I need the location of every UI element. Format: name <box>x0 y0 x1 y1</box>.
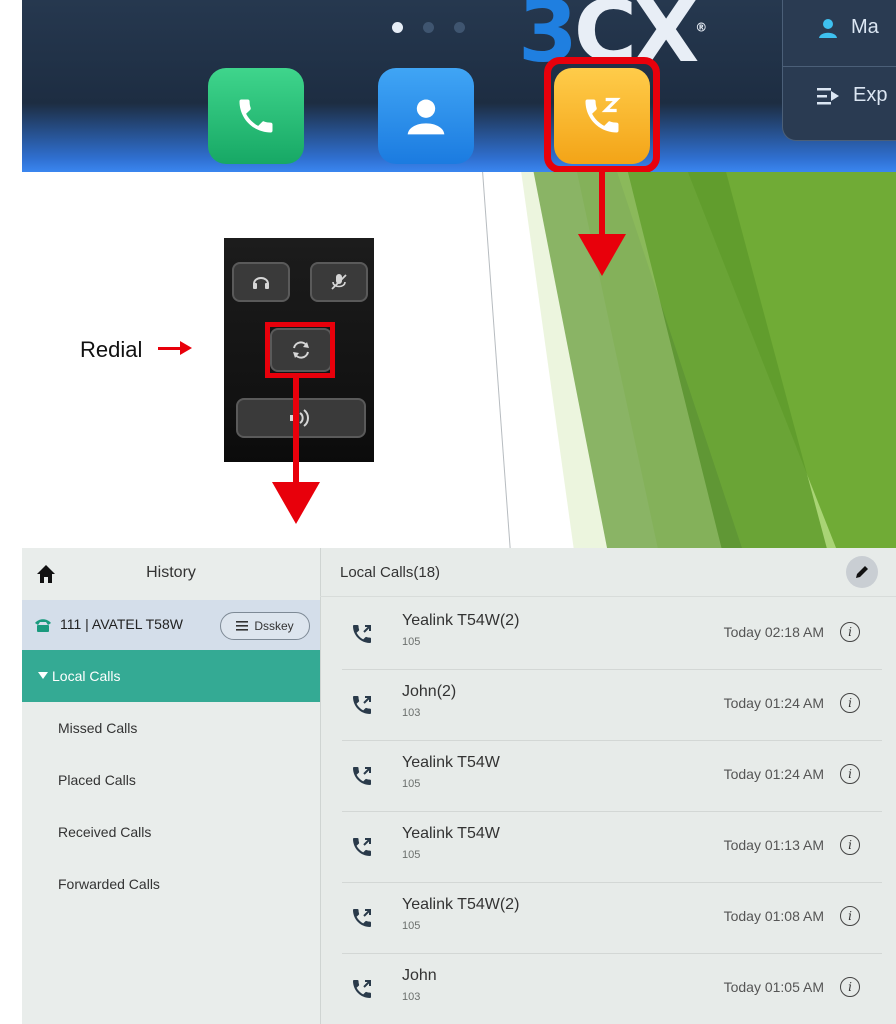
caller-name: John <box>402 967 437 984</box>
nav-received-calls[interactable]: Received Calls <box>22 806 320 858</box>
outgoing-call-icon <box>353 838 371 856</box>
headset-icon <box>253 277 269 289</box>
nav-label: Received Calls <box>58 824 152 840</box>
caller-number: 103 <box>402 707 421 719</box>
redial-highlight-box <box>265 322 335 378</box>
contact-icon <box>407 99 445 135</box>
mute-icon <box>331 274 347 290</box>
expand-icon <box>817 87 839 104</box>
nav-label: Placed Calls <box>58 772 136 788</box>
redial-label: Redial <box>80 337 143 362</box>
outgoing-call-icon <box>353 767 371 785</box>
call-list-header: Local Calls(18) <box>320 548 896 597</box>
nav-forwarded-calls[interactable]: Forwarded Calls <box>22 858 320 910</box>
page-dot-active[interactable] <box>392 22 403 33</box>
page-dot[interactable] <box>423 22 434 33</box>
nav-local-calls[interactable]: Local Calls <box>22 650 320 702</box>
mute-key[interactable] <box>310 262 368 302</box>
call-row[interactable]: Yealink T54W(2) 105 Today 01:08 AM i <box>342 882 882 954</box>
menu-item-expand[interactable]: Exp <box>817 84 887 107</box>
highlight-box <box>544 57 660 172</box>
info-icon[interactable]: i <box>840 906 860 926</box>
caller-name: Yealink T54W <box>402 754 500 771</box>
contacts-app-button[interactable] <box>378 68 474 164</box>
nav-placed-calls[interactable]: Placed Calls <box>22 754 320 806</box>
phone-app-button[interactable] <box>208 68 304 164</box>
caller-number: 103 <box>402 991 421 1003</box>
page-dot[interactable] <box>454 22 465 33</box>
caller-name: Yealink T54W <box>402 825 500 842</box>
caller-name: Yealink T54W(2) <box>402 896 520 913</box>
call-time: Today 02:18 AM <box>723 624 824 640</box>
menu-item-profile[interactable]: Ma <box>817 16 879 39</box>
history-sidebar: History 111 | AVATEL T58W Dsskey Local C… <box>22 548 321 1024</box>
call-time: Today 01:05 AM <box>723 979 824 995</box>
outgoing-call-icon <box>353 696 371 714</box>
caller-number: 105 <box>402 778 421 790</box>
call-list-title: Local Calls(18) <box>340 564 441 581</box>
outgoing-call-icon <box>353 625 371 643</box>
nav-label: Forwarded Calls <box>58 876 160 892</box>
sidebar-header: History <box>22 548 320 600</box>
info-icon[interactable]: i <box>840 693 860 713</box>
caller-number: 105 <box>402 849 421 861</box>
dsskey-button[interactable]: Dsskey <box>220 612 310 640</box>
arrow-down-icon <box>272 378 320 528</box>
menu-divider <box>783 66 896 67</box>
caller-number: 105 <box>402 920 421 932</box>
call-row[interactable]: Yealink T54W 105 Today 01:13 AM i <box>342 811 882 883</box>
menu-item-label: Exp <box>853 84 888 106</box>
caller-name: John(2) <box>402 683 457 700</box>
nav-label: Missed Calls <box>58 720 138 736</box>
account-bar[interactable]: 111 | AVATEL T58W Dsskey <box>22 600 320 650</box>
call-time: Today 01:24 AM <box>723 695 824 711</box>
outgoing-call-icon <box>353 909 371 927</box>
arrow-down-icon <box>578 172 626 282</box>
person-icon <box>819 18 837 38</box>
call-history-screen: History 111 | AVATEL T58W Dsskey Local C… <box>22 548 896 1024</box>
nav-label: Local Calls <box>52 668 121 684</box>
call-time: Today 01:24 AM <box>723 766 824 782</box>
menu-item-label: Ma <box>851 16 879 38</box>
call-row[interactable]: John(2) 103 Today 01:24 AM i <box>342 669 882 741</box>
call-time: Today 01:08 AM <box>723 908 824 924</box>
pencil-icon <box>856 566 868 578</box>
info-icon[interactable]: i <box>840 764 860 784</box>
phone-icon <box>239 99 273 133</box>
dsskey-label: Dsskey <box>254 619 294 633</box>
call-list-panel: Local Calls(18) Yealink T54W(2) 105 Toda… <box>320 548 896 1024</box>
caller-number: 105 <box>402 636 421 648</box>
page-title: History <box>146 564 196 581</box>
page-indicator <box>392 22 465 33</box>
call-time: Today 01:13 AM <box>723 837 824 853</box>
call-row[interactable]: Yealink T54W 105 Today 01:24 AM i <box>342 740 882 812</box>
info-icon[interactable]: i <box>840 977 860 997</box>
desk-phone-icon <box>35 619 51 632</box>
nav-missed-calls[interactable]: Missed Calls <box>22 702 320 754</box>
side-menu-panel: Ma Exp <box>782 0 896 141</box>
account-label: 111 | AVATEL T58W <box>60 616 183 632</box>
call-row[interactable]: John 103 Today 01:05 AM i <box>342 953 882 1024</box>
list-icon <box>236 621 249 631</box>
caller-name: Yealink T54W(2) <box>402 612 520 629</box>
info-icon[interactable]: i <box>840 622 860 642</box>
info-icon[interactable]: i <box>840 835 860 855</box>
outgoing-call-icon <box>353 980 371 998</box>
edit-button[interactable] <box>846 556 878 588</box>
arrow-right-icon <box>158 341 192 355</box>
phone-home-screen: 3CX® Ma Exp <box>22 0 896 172</box>
caret-down-icon <box>38 672 48 679</box>
headset-key[interactable] <box>232 262 290 302</box>
call-row[interactable]: Yealink T54W(2) 105 Today 02:18 AM i <box>342 598 882 670</box>
